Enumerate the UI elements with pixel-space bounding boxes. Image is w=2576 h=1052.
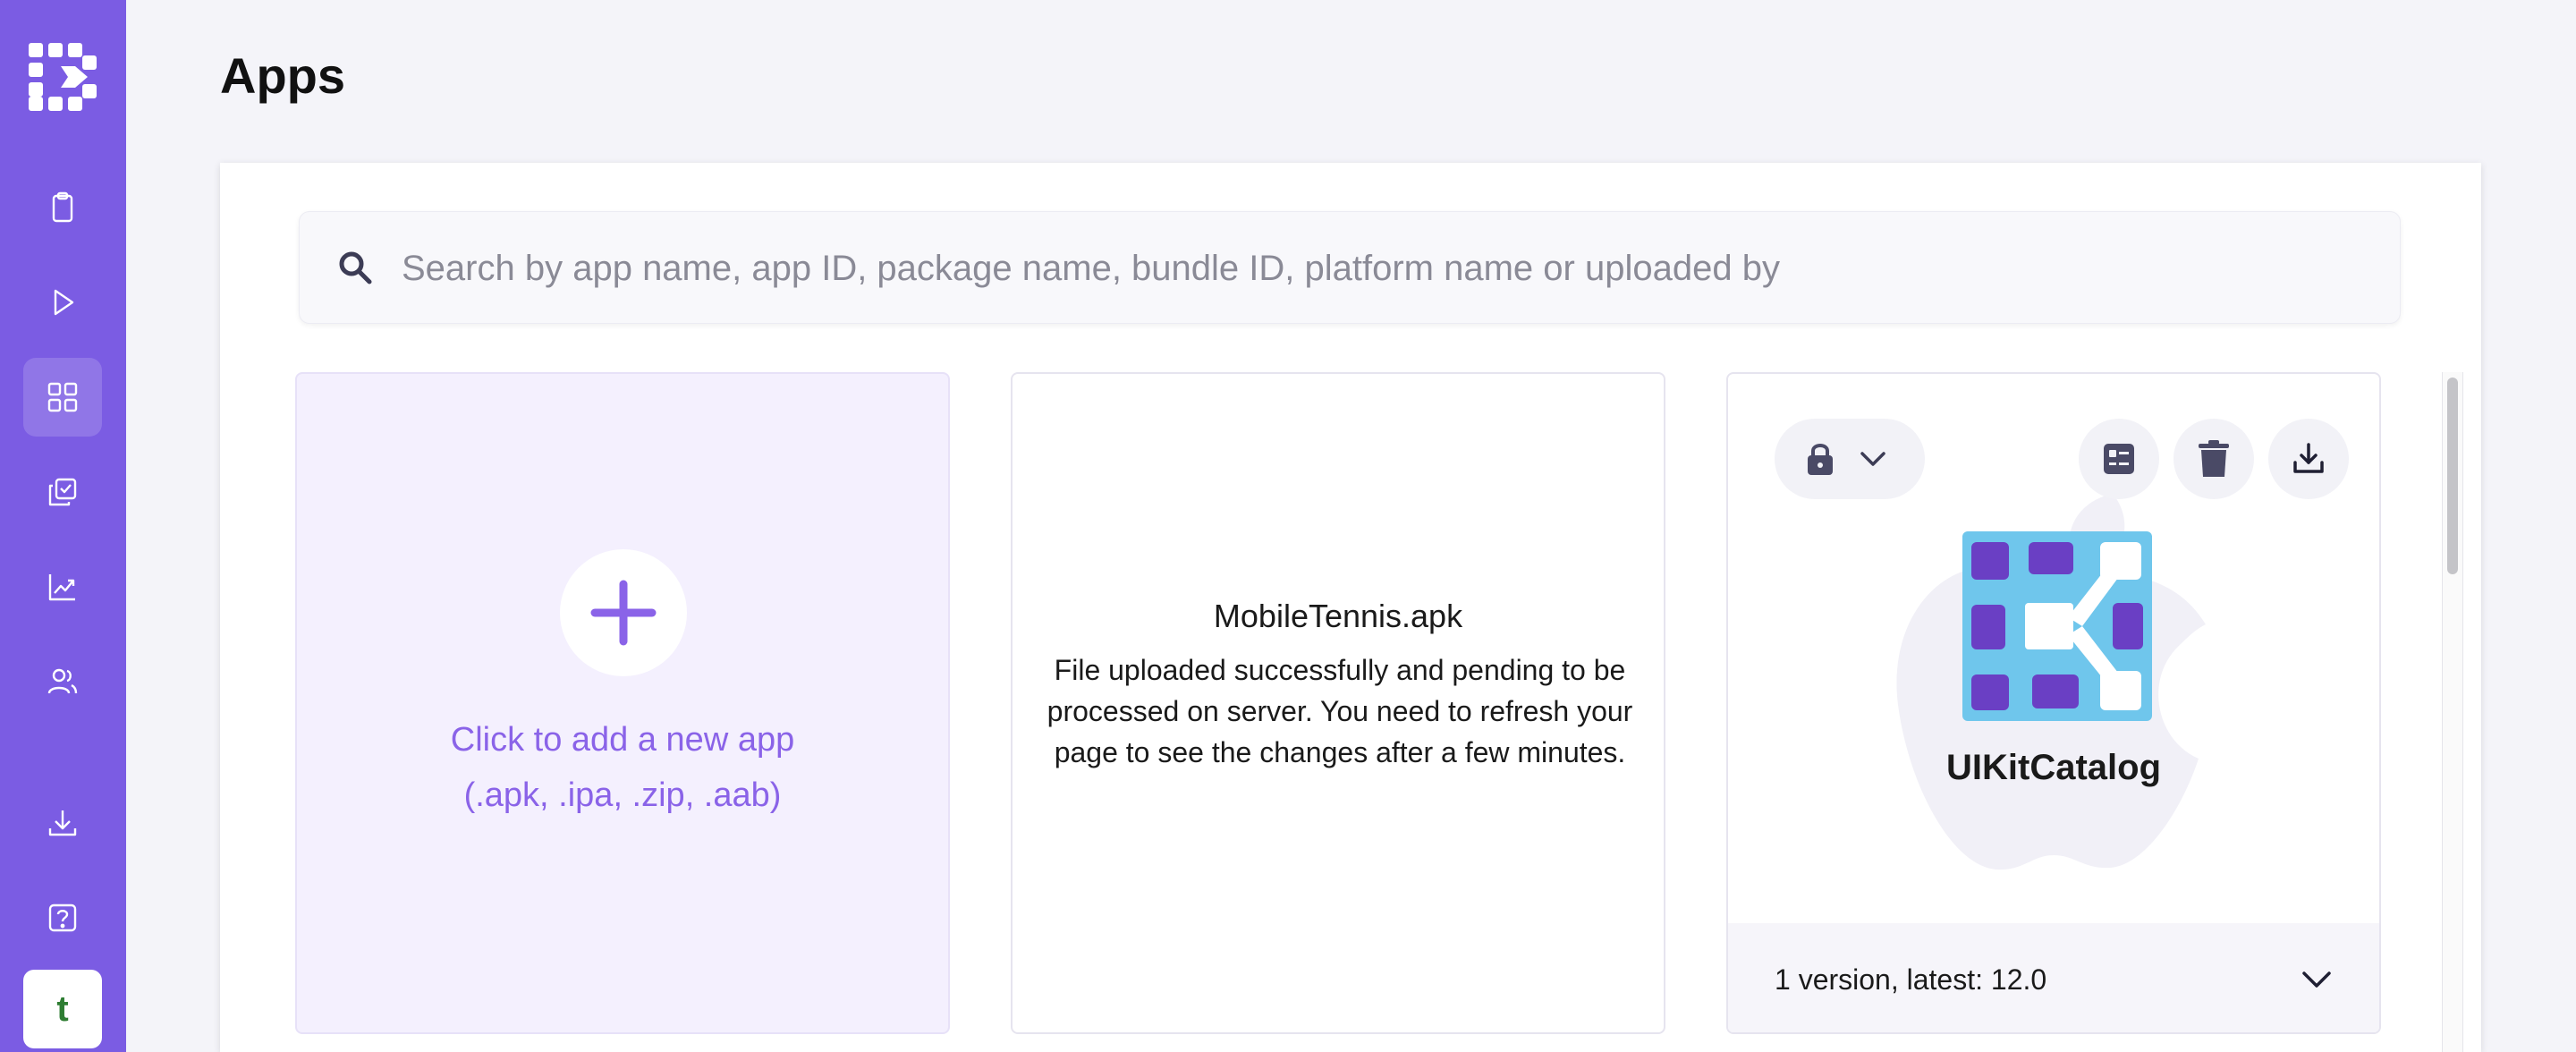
chevron-down-icon bbox=[2302, 971, 2331, 988]
pending-message: File uploaded successfully and pending t… bbox=[1046, 654, 1633, 768]
trash-icon bbox=[2199, 440, 2229, 477]
app-details-button[interactable] bbox=[2079, 419, 2159, 499]
sidebar-item-analytics[interactable] bbox=[23, 547, 102, 626]
search-bar bbox=[299, 211, 2401, 325]
scrollbar-thumb[interactable] bbox=[2447, 378, 2458, 574]
sidebar-item-downloads[interactable] bbox=[23, 784, 102, 862]
play-icon bbox=[54, 289, 74, 316]
scrollbar[interactable] bbox=[2442, 372, 2463, 1052]
details-list-icon bbox=[2104, 444, 2134, 474]
users-icon bbox=[47, 668, 78, 694]
sidebar-item-results[interactable] bbox=[23, 453, 102, 531]
sidebar-item-help[interactable] bbox=[23, 878, 102, 957]
app-card[interactable]: UIKitCatalog 1 version, latest: 12.0 bbox=[1726, 372, 2381, 1034]
download-icon bbox=[2293, 443, 2324, 473]
download-app-button[interactable] bbox=[2268, 419, 2349, 499]
help-icon bbox=[48, 904, 77, 932]
search-input[interactable] bbox=[400, 212, 2371, 325]
pending-app-card: MobileTennis.apk File uploaded successfu… bbox=[1011, 372, 1665, 1034]
app-name: UIKitCatalog bbox=[1946, 748, 2161, 787]
add-app-card[interactable]: Click to add a new app (.apk, .ipa, .zip… bbox=[295, 372, 950, 1034]
plus-icon bbox=[590, 580, 657, 646]
add-app-formats: (.apk, .ipa, .zip, .aab) bbox=[463, 776, 782, 814]
sidebar-item-users[interactable] bbox=[23, 642, 102, 721]
sidebar-item-run[interactable] bbox=[23, 263, 102, 342]
clipboard-icon bbox=[52, 191, 73, 223]
avatar[interactable]: t bbox=[23, 970, 102, 1048]
visibility-dropdown[interactable] bbox=[1775, 419, 1925, 499]
search-icon bbox=[339, 251, 372, 284]
lock-icon bbox=[1808, 444, 1833, 475]
delete-app-button[interactable] bbox=[2174, 419, 2254, 499]
sidebar-item-apps[interactable] bbox=[23, 358, 102, 437]
logo-icon[interactable] bbox=[29, 43, 97, 111]
apps-panel: Click to add a new app (.apk, .ipa, .zip… bbox=[220, 163, 2481, 1052]
download-icon bbox=[48, 810, 77, 836]
sidebar: t bbox=[0, 0, 126, 1052]
apps-grid-icon bbox=[47, 382, 78, 412]
check-copy-icon bbox=[48, 478, 77, 506]
trending-chart-icon bbox=[48, 574, 75, 601]
sidebar-item-tests[interactable] bbox=[23, 168, 102, 247]
add-button[interactable] bbox=[560, 549, 687, 676]
pending-file-name: MobileTennis.apk bbox=[1213, 598, 1463, 634]
page-title: Apps bbox=[220, 47, 345, 104]
app-versions-toggle[interactable]: 1 version, latest: 12.0 bbox=[1728, 923, 2379, 1032]
app-logo-icon bbox=[1962, 531, 2152, 721]
add-app-label: Click to add a new app bbox=[450, 721, 795, 759]
app-versions-label: 1 version, latest: 12.0 bbox=[1775, 963, 2047, 996]
chevron-down-icon bbox=[1860, 452, 1885, 466]
